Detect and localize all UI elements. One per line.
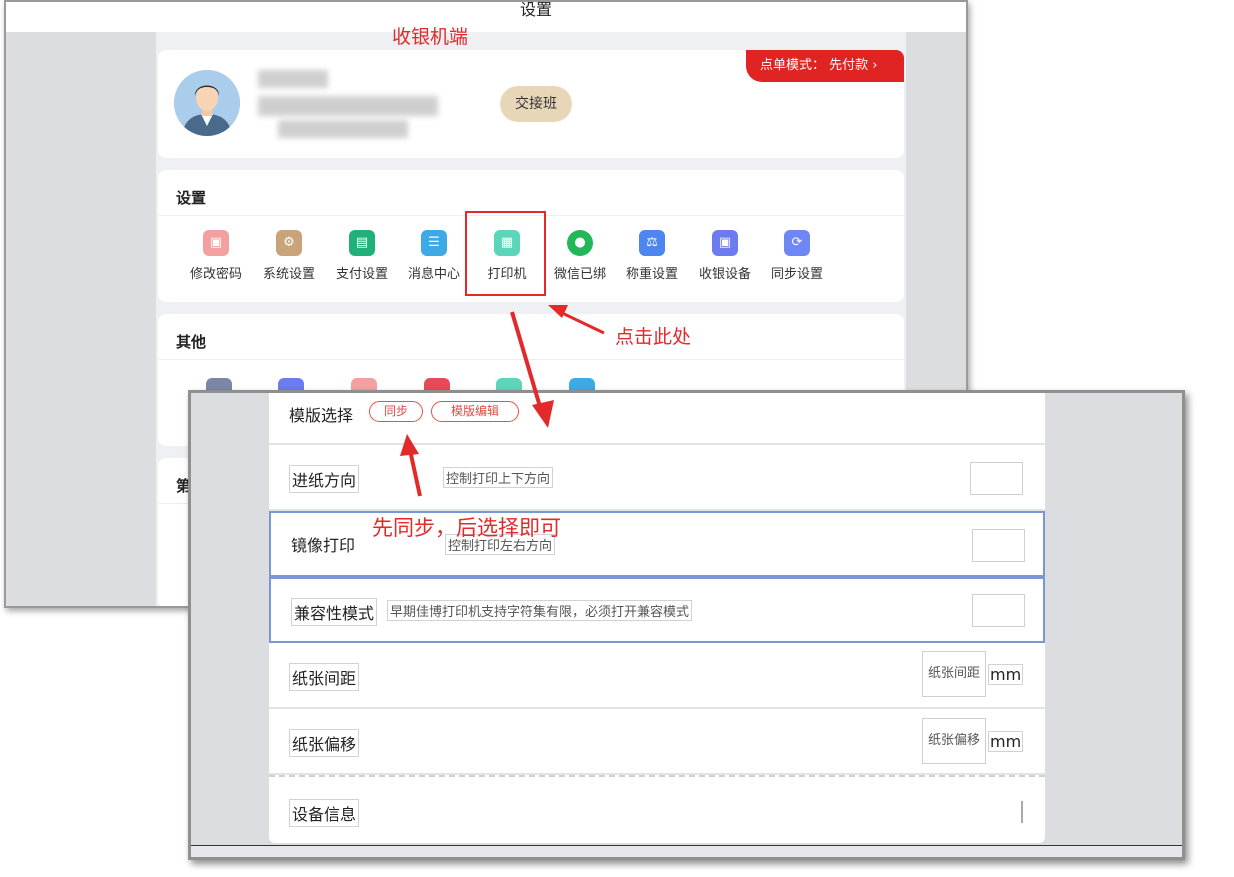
arrow-to-sync <box>408 449 422 497</box>
annotation-arrows <box>400 305 605 497</box>
arrow-to-printer-settings <box>510 311 543 411</box>
arrow-to-sync-head <box>400 434 419 456</box>
arrow-to-printer-settings-head <box>532 400 554 428</box>
arrow-to-printer-head <box>548 305 568 318</box>
arrow-to-printer <box>559 310 605 335</box>
